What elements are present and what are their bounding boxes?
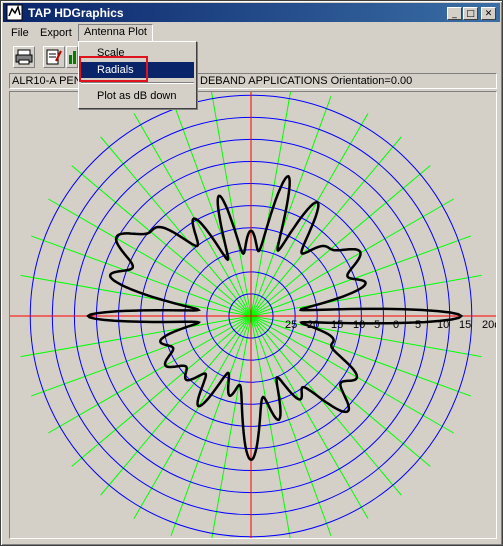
scale-label: 25 [285,319,297,331]
printer-icon [15,49,33,65]
minimize-icon: _ [452,9,457,19]
menu-file[interactable]: File [5,25,35,42]
radial-line [250,315,293,546]
maximize-button[interactable]: □ [463,7,478,20]
highlight-box [79,56,148,82]
minimize-button[interactable]: _ [447,7,462,20]
menu-bar: File Export Antenna Plot [3,23,500,42]
polar-plot: 25201510505101520d [10,82,500,546]
scale-label: 15 [459,319,471,331]
maximize-icon: □ [466,9,475,19]
title-bar[interactable]: TAP HDGraphics _ □ ✕ [3,3,500,22]
radial-line [209,315,252,546]
chart-icon [69,51,76,64]
scale-label: 5 [374,319,380,331]
chart-button[interactable] [66,46,78,68]
print-button[interactable] [13,46,35,68]
radial-line [250,85,293,317]
edit-icon [46,49,62,65]
app-window: TAP HDGraphics _ □ ✕ File Export Antenna… [0,0,503,546]
close-icon: ✕ [484,9,493,19]
scale-label: 20d [482,319,496,331]
scale-label: 5 [415,319,421,331]
plot-area: 25201510505101520d [9,82,500,546]
scale-label: 10 [353,319,365,331]
close-button[interactable]: ✕ [481,7,496,20]
window-title: TAP HDGraphics [28,6,124,20]
info-line-head: ALR10-A PEN [12,75,82,87]
menu-antenna-plot[interactable]: Antenna Plot [78,24,153,42]
app-icon [6,4,23,21]
edit-button[interactable] [43,46,65,68]
radial-line [209,85,252,317]
scale-label: 15 [331,319,343,331]
scale-label: 0 [393,319,399,331]
menu-separator [81,82,194,84]
info-line-tail: DEBAND APPLICATIONS Orientation=0.00 [200,75,413,87]
menu-item-plot-db-down[interactable]: Plot as dB down [81,88,194,104]
menu-export[interactable]: Export [34,25,78,42]
